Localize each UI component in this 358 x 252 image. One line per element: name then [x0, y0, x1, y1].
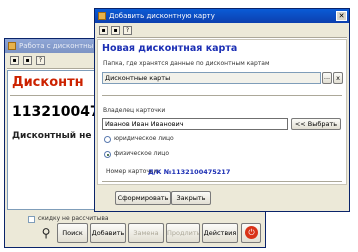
legal-entity-label: юридическое лицо	[114, 135, 174, 142]
folder-label: Папка, где хранятся данные по дисконтным…	[103, 60, 270, 67]
legal-entity-radio[interactable]	[104, 136, 111, 143]
save-icon[interactable]: ▪	[10, 56, 19, 65]
generate-button[interactable]: Сформировать	[115, 191, 171, 205]
folder-field[interactable]: Дисконтные карты	[102, 72, 321, 84]
choose-owner-button[interactable]: << Выбрать	[291, 118, 341, 130]
dialog-title: Добавить дисконтную карту	[109, 12, 215, 20]
individual-radio[interactable]	[104, 151, 111, 158]
close-icon: ✕	[338, 12, 345, 20]
dialog-titlebar[interactable]: Добавить дисконтную карту ✕	[95, 9, 349, 23]
dialog-content-panel: Новая дисконтная карта Папка, где хранят…	[97, 39, 347, 185]
replace-button[interactable]: Замена	[128, 223, 164, 243]
owner-label: Владелец карточки	[103, 107, 166, 114]
owner-field[interactable]: Иванов Иван Иванович	[102, 118, 288, 130]
back-window-title: Работа с дисконтны	[19, 42, 94, 50]
no-discount-checkbox[interactable]	[28, 216, 35, 223]
dialog-help-icon[interactable]: ?	[123, 26, 132, 35]
binoculars-icon[interactable]: ⚲	[38, 225, 54, 241]
card-number-divider	[102, 181, 342, 183]
dialog-heading: Новая дисконтная карта	[102, 43, 238, 54]
individual-label: физическое лицо	[114, 150, 170, 157]
card-number-value: Д/К №1132100475217	[148, 168, 231, 176]
folder-browse-button[interactable]: ...	[322, 72, 332, 84]
folder-clear-button[interactable]: x	[333, 72, 343, 84]
add-button[interactable]: Добавить	[90, 223, 126, 243]
dialog-close-button[interactable]: ✕	[336, 11, 347, 21]
print-icon[interactable]: ▪	[23, 56, 32, 65]
exit-button[interactable]: ⏻	[241, 223, 261, 243]
close-button[interactable]: Закрыть	[171, 191, 211, 205]
extend-button[interactable]: Продлить	[166, 223, 200, 243]
folder-divider	[102, 95, 342, 97]
add-card-dialog: Добавить дисконтную карту ✕ ▪ ▪ ? Новая …	[94, 8, 350, 212]
clear-icon: x	[336, 74, 340, 82]
app-icon	[8, 42, 16, 50]
help-icon[interactable]: ?	[36, 56, 45, 65]
back-heading: Дисконтн	[12, 75, 84, 90]
dialog-print-icon[interactable]: ▪	[111, 26, 120, 35]
exit-icon: ⏻	[245, 226, 258, 239]
dialog-save-icon[interactable]: ▪	[99, 26, 108, 35]
back-status-text: Дисконтный не н	[12, 131, 101, 141]
back-card-number: 113210047	[12, 104, 100, 120]
dialog-app-icon	[98, 12, 106, 20]
no-discount-label: скидку не рассчитыва	[38, 215, 109, 222]
search-button[interactable]: Поиск	[57, 223, 88, 243]
actions-button[interactable]: Действия	[202, 223, 238, 243]
